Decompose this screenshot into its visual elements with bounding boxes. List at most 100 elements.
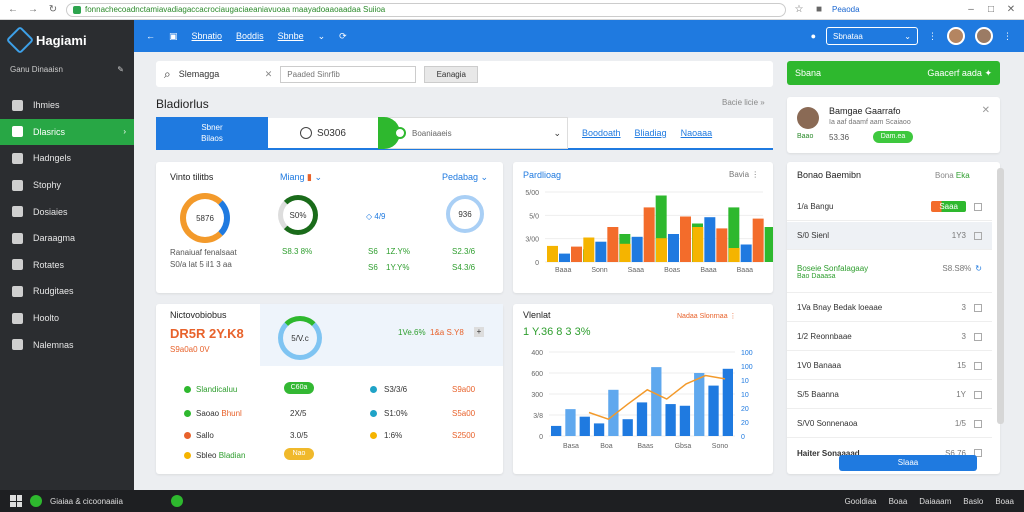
checkbox[interactable] (974, 231, 982, 240)
sidebar-item-9[interactable]: Nalemnas (0, 331, 134, 358)
brand[interactable]: Hagiami (0, 20, 134, 60)
sidebar-item-8[interactable]: Hoolto (0, 305, 134, 332)
refresh-icon[interactable]: ⟳ (339, 31, 347, 42)
minimize-icon[interactable]: – (964, 3, 978, 17)
section-link[interactable]: Bacie licie » (722, 98, 765, 107)
list-item-pill: Saaa (931, 201, 966, 212)
filter-link-1[interactable]: Bliadiag (635, 128, 667, 138)
reload-icon[interactable]: ↻ (46, 3, 60, 17)
ring-chart-2: S0% (278, 195, 318, 235)
sidebar-item-1[interactable]: Dlasrics › (0, 118, 134, 146)
list-item-label: S/0 Sienl (797, 231, 830, 240)
tab-0[interactable]: Sbnatio (192, 31, 223, 41)
search-input[interactable] (178, 69, 257, 79)
list-item[interactable]: S/V0 Sonnenaoa 1/5 (787, 410, 992, 438)
ring-icon (394, 127, 406, 139)
list-item-value: S8.S8% (942, 263, 972, 273)
sidebar-item-2[interactable]: Hadngels (0, 145, 134, 172)
sidebar-item-3[interactable]: Stophy (0, 172, 134, 199)
back-arrow-icon[interactable]: ← (146, 31, 155, 41)
taskbar-left-label[interactable]: Giaiaa & cicoonaaiia (50, 497, 123, 506)
filter-input[interactable] (280, 65, 417, 83)
summary-sub-value: S9a0a0 0V (170, 345, 210, 354)
list-link[interactable]: Bona Eka (935, 171, 970, 180)
chevron-down-icon[interactable]: ⌄ (318, 31, 326, 42)
filter-link-2[interactable]: Naoaaa (681, 128, 713, 138)
tab-2[interactable]: Sbnbe (278, 31, 304, 41)
topbar-select[interactable]: Sbnataa ⌄ (826, 27, 918, 45)
checkbox[interactable] (974, 390, 982, 399)
expand-icon[interactable]: + (474, 327, 484, 337)
row-1-label-text: Saoao (196, 409, 220, 418)
row-0-pill[interactable]: C60a (284, 382, 314, 394)
primary-action-button[interactable]: Sbana Gaacerf aada ✦ (787, 61, 1000, 85)
list-item[interactable]: 1/a Bangu Saaa (787, 193, 992, 221)
sidebar-item-5[interactable]: Daraagma (0, 225, 134, 252)
checkbox[interactable] (974, 361, 982, 370)
tab-time[interactable]: S0306 (268, 127, 378, 139)
address-bar[interactable]: fonnachecoadnctamiavadiagaccacrociaugaci… (66, 2, 786, 17)
primary-action-right-label: Gaacerf aada (927, 67, 982, 78)
list-item[interactable]: Boseie Sonfalagaay S8.S8% ↻ Bao Daaasa (787, 251, 992, 293)
sidebar-item-4[interactable]: Dosiaies (0, 198, 134, 225)
back-icon[interactable]: ← (6, 3, 20, 17)
globe-icon (12, 312, 23, 324)
refresh-icon[interactable]: ↻ (975, 264, 982, 273)
list-scrollbar[interactable] (997, 168, 1004, 424)
list-item[interactable]: 1V0 Banaaa 15 (787, 352, 992, 380)
bar (631, 236, 643, 262)
list-item[interactable]: 1/2 Reonnbaae 3 (787, 323, 992, 351)
close-icon[interactable]: ✕ (982, 105, 990, 116)
row-2-mid: 3.0/5 (290, 431, 308, 440)
user-row[interactable]: Ganu Dinaaisn ✎ (0, 60, 134, 78)
app-icon[interactable] (30, 495, 42, 507)
legend-dot (370, 410, 377, 417)
notification-pill[interactable]: Dam.ea (873, 131, 913, 143)
sidebar-item-6[interactable]: Rotates (0, 252, 134, 279)
list-item[interactable]: 1Va Bnay Bedak loeaae 3 (787, 294, 992, 322)
extension-icon[interactable]: ■ (812, 3, 826, 17)
list-link2: Eka (955, 171, 970, 180)
avatar[interactable] (947, 27, 965, 45)
checkbox[interactable] (974, 303, 982, 312)
bar (622, 419, 633, 436)
sidebar-item-0[interactable]: Ihmies (0, 92, 134, 119)
tab-1[interactable]: Boddis (236, 31, 264, 41)
star-icon[interactable]: ☆ (792, 3, 806, 17)
tray-item-2[interactable]: Daiaaam (919, 497, 951, 506)
summary-orange-stat: 1&a S.Y8 (430, 328, 464, 337)
tray-item-0[interactable]: Gooldiaa (845, 497, 877, 506)
summary-ring: 5/V.c (278, 316, 322, 360)
sidebar-item-7[interactable]: Rudgitaes (0, 278, 134, 305)
row-3-pill[interactable]: Nao (284, 448, 314, 460)
tab-primary[interactable]: Sbner Bilaos (156, 117, 268, 149)
windows-start-icon[interactable] (10, 495, 22, 507)
avatar-secondary[interactable] (975, 27, 993, 45)
bookmark-label[interactable]: Peaoda (832, 5, 860, 14)
forward-icon[interactable]: → (26, 3, 40, 17)
checkbox[interactable] (974, 202, 982, 211)
maximize-icon[interactable]: □ (984, 3, 998, 17)
checkbox[interactable] (974, 332, 982, 341)
close-icon[interactable]: ✕ (1004, 3, 1018, 17)
app-icon-2[interactable] (170, 495, 183, 507)
metrics-tab-b[interactable]: Pedabag ⌄ (442, 172, 488, 183)
menu-icon[interactable]: ⋮ (928, 31, 937, 42)
panel-icon[interactable]: ▣ (169, 31, 178, 42)
tray-item-4[interactable]: Boaa (995, 497, 1014, 506)
metrics-tab-a[interactable]: Miang ▮ ⌄ (280, 172, 322, 183)
filter-link-0[interactable]: Boodoath (582, 128, 621, 138)
list-item[interactable]: S/5 Baanna 1Y (787, 381, 992, 409)
clear-icon[interactable]: ✕ (265, 69, 273, 80)
tray-item-3[interactable]: Baslo (963, 497, 983, 506)
tray-item-1[interactable]: Boaa (889, 497, 908, 506)
list-item[interactable]: S/0 Sienl 1Y3 (787, 222, 992, 250)
x-tick-label: Baaa (700, 267, 716, 274)
filter-button[interactable]: Eanagia (424, 65, 479, 83)
pin-icon[interactable]: ✎ (117, 65, 124, 74)
checkbox[interactable] (974, 419, 982, 428)
y2-tick-label: 100 (741, 350, 753, 357)
kebab-icon[interactable]: ⋮ (1003, 31, 1012, 42)
filter-dropdown[interactable]: Boaniaaeis ⌄ (378, 117, 568, 149)
list-bottom-button[interactable]: Slaaa (839, 455, 977, 471)
